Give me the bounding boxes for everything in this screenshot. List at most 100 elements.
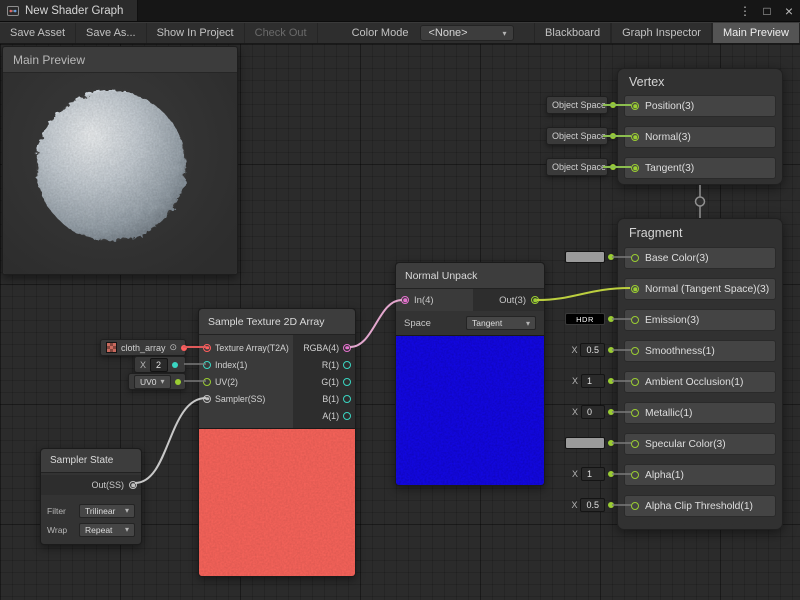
output-out-ss[interactable]: Out(SS) (41, 475, 141, 495)
main-preview-toggle[interactable]: Main Preview (712, 23, 800, 43)
sampler-state-node[interactable]: Sampler State Out(SS) Filter Trilinear ▾… (40, 448, 142, 545)
b-port-icon[interactable] (343, 395, 351, 403)
wrap-dropdown[interactable]: Repeat ▾ (79, 523, 135, 537)
metallic-port-icon[interactable] (631, 409, 639, 417)
fragment-input-alpha[interactable]: Alpha(1) (624, 464, 776, 486)
uv-dropdown-box[interactable]: UV0 ▾ (134, 375, 171, 389)
fragment-input-smoothness[interactable]: Smoothness(1) (624, 340, 776, 362)
specular-color-widget[interactable] (556, 434, 614, 452)
vertex-block[interactable]: Vertex Position(3) Normal(3) Tangent(3) (617, 68, 783, 185)
vertex-input-position[interactable]: Position(3) (624, 95, 776, 117)
alpha-clip-float-widget[interactable]: X 0.5 (556, 496, 614, 514)
metallic-float-widget[interactable]: X 0 (556, 403, 614, 421)
output-a[interactable]: A(1) (293, 407, 355, 424)
texture-array-field[interactable]: cloth_array ⊙ (100, 339, 186, 356)
tangent-port-icon[interactable] (631, 164, 639, 172)
index-port-icon[interactable] (203, 361, 211, 369)
out-ss-port-icon[interactable] (129, 481, 137, 489)
alpha-clip-port-icon[interactable] (631, 502, 639, 510)
graph-inspector-toggle[interactable]: Graph Inspector (611, 23, 712, 43)
float-field[interactable]: 0.5 (580, 498, 605, 512)
vertex-input-tangent[interactable]: Tangent(3) (624, 157, 776, 179)
smoothness-float-widget[interactable]: X 0.5 (556, 341, 614, 359)
r-port-icon[interactable] (343, 361, 351, 369)
float-field[interactable]: 0 (581, 405, 605, 419)
base-color-widget[interactable] (556, 248, 614, 266)
ambient-occlusion-float-widget[interactable]: X 1 (556, 372, 614, 390)
fragment-input-base-color[interactable]: Base Color(3) (624, 247, 776, 269)
window-tab[interactable]: New Shader Graph (0, 0, 138, 21)
maximize-icon[interactable]: □ (756, 0, 778, 21)
graph-canvas[interactable]: Main Preview (0, 44, 800, 600)
fragment-input-emission[interactable]: Emission(3) (624, 309, 776, 331)
sampler-node-title[interactable]: Sampler State (41, 449, 141, 473)
smoothness-port-icon[interactable] (631, 347, 639, 355)
fragment-input-metallic[interactable]: Metallic(1) (624, 402, 776, 424)
texture-array-port-label: Texture Array(T2A) (215, 343, 289, 353)
fragment-input-ambient-occlusion[interactable]: Ambient Occlusion(1) (624, 371, 776, 393)
object-picker-icon[interactable]: ⊙ (170, 342, 178, 353)
alpha-float-widget[interactable]: X 1 (556, 465, 614, 483)
unpack-node-title[interactable]: Normal Unpack (396, 263, 544, 289)
float-field[interactable]: 1 (581, 374, 605, 388)
input-texture-array[interactable]: Texture Array(T2A) (199, 339, 293, 356)
index-float-widget[interactable]: X 2 (134, 356, 186, 373)
input-uv[interactable]: UV(2) (199, 373, 293, 390)
float-field[interactable]: 0.5 (580, 343, 605, 357)
specular-color-port-icon[interactable] (631, 440, 639, 448)
base-color-port-icon[interactable] (631, 254, 639, 262)
sample-node-title[interactable]: Sample Texture 2D Array (199, 309, 355, 335)
emission-port-icon[interactable] (631, 316, 639, 324)
output-b[interactable]: B(1) (293, 390, 355, 407)
space-dropdown[interactable]: Tangent ▾ (466, 316, 536, 330)
ambient-occlusion-port-icon[interactable] (631, 378, 639, 386)
block-connector-dot[interactable] (696, 197, 705, 206)
output-out3[interactable]: Out(3) (473, 289, 544, 311)
uv-channel-dropdown[interactable]: UV0 ▾ (128, 373, 186, 390)
color-mode-dropdown[interactable]: <None> ▾ (420, 25, 514, 41)
float-field[interactable]: 1 (581, 467, 605, 481)
g-port-icon[interactable] (343, 378, 351, 386)
normal-port-icon[interactable] (631, 133, 639, 141)
in4-port-icon[interactable] (401, 296, 409, 304)
emission-hdr-widget[interactable]: HDR (556, 310, 614, 328)
input-index[interactable]: Index(1) (199, 356, 293, 373)
close-icon[interactable]: × (778, 0, 800, 21)
color-swatch[interactable] (565, 437, 605, 449)
uv-port-icon[interactable] (203, 378, 211, 386)
save-as-button[interactable]: Save As... (76, 23, 147, 43)
normal-ts-port-icon[interactable] (631, 285, 639, 293)
output-g[interactable]: G(1) (293, 373, 355, 390)
normal-unpack-node[interactable]: Normal Unpack In(4) Out(3) Space Tangent… (395, 262, 545, 486)
output-r[interactable]: R(1) (293, 356, 355, 373)
main-preview-panel[interactable]: Main Preview (2, 46, 238, 275)
hdr-color-swatch[interactable]: HDR (565, 313, 605, 325)
input-sampler[interactable]: Sampler(SS) (199, 390, 293, 407)
fragment-input-normal[interactable]: Normal (Tangent Space)(3) (624, 278, 776, 300)
vertex-input-normal[interactable]: Normal(3) (624, 126, 776, 148)
sample-texture-2d-array-node[interactable]: Sample Texture 2D Array Texture Array(T2… (198, 308, 356, 577)
blackboard-toggle[interactable]: Blackboard (534, 23, 611, 43)
show-in-project-button[interactable]: Show In Project (147, 23, 245, 43)
input-in4[interactable]: In(4) (396, 289, 473, 311)
a-port-icon[interactable] (343, 412, 351, 420)
filter-dropdown[interactable]: Trilinear ▾ (79, 504, 135, 518)
index-field[interactable]: 2 (150, 358, 168, 372)
fragment-input-specular-color[interactable]: Specular Color(3) (624, 433, 776, 455)
out3-port-icon[interactable] (531, 296, 539, 304)
output-rgba[interactable]: RGBA(4) (293, 339, 355, 356)
save-asset-button[interactable]: Save Asset (0, 23, 76, 43)
normal-binding-chip[interactable]: Object Space (546, 127, 608, 145)
rgba-port-icon[interactable] (343, 344, 351, 352)
fragment-input-alpha-clip[interactable]: Alpha Clip Threshold(1) (624, 495, 776, 517)
sampler-port-icon[interactable] (203, 395, 211, 403)
position-binding-chip[interactable]: Object Space (546, 96, 608, 114)
fragment-block[interactable]: Fragment Base Color(3) Normal (Tangent S… (617, 218, 783, 530)
alpha-port-icon[interactable] (631, 471, 639, 479)
texture-array-port-icon[interactable] (203, 344, 211, 352)
color-swatch[interactable] (565, 251, 605, 263)
menu-icon[interactable]: ⋮ (734, 0, 756, 21)
position-port-icon[interactable] (631, 102, 639, 110)
tangent-binding-chip[interactable]: Object Space (546, 158, 608, 176)
wire-sampler-state[interactable] (135, 398, 206, 483)
